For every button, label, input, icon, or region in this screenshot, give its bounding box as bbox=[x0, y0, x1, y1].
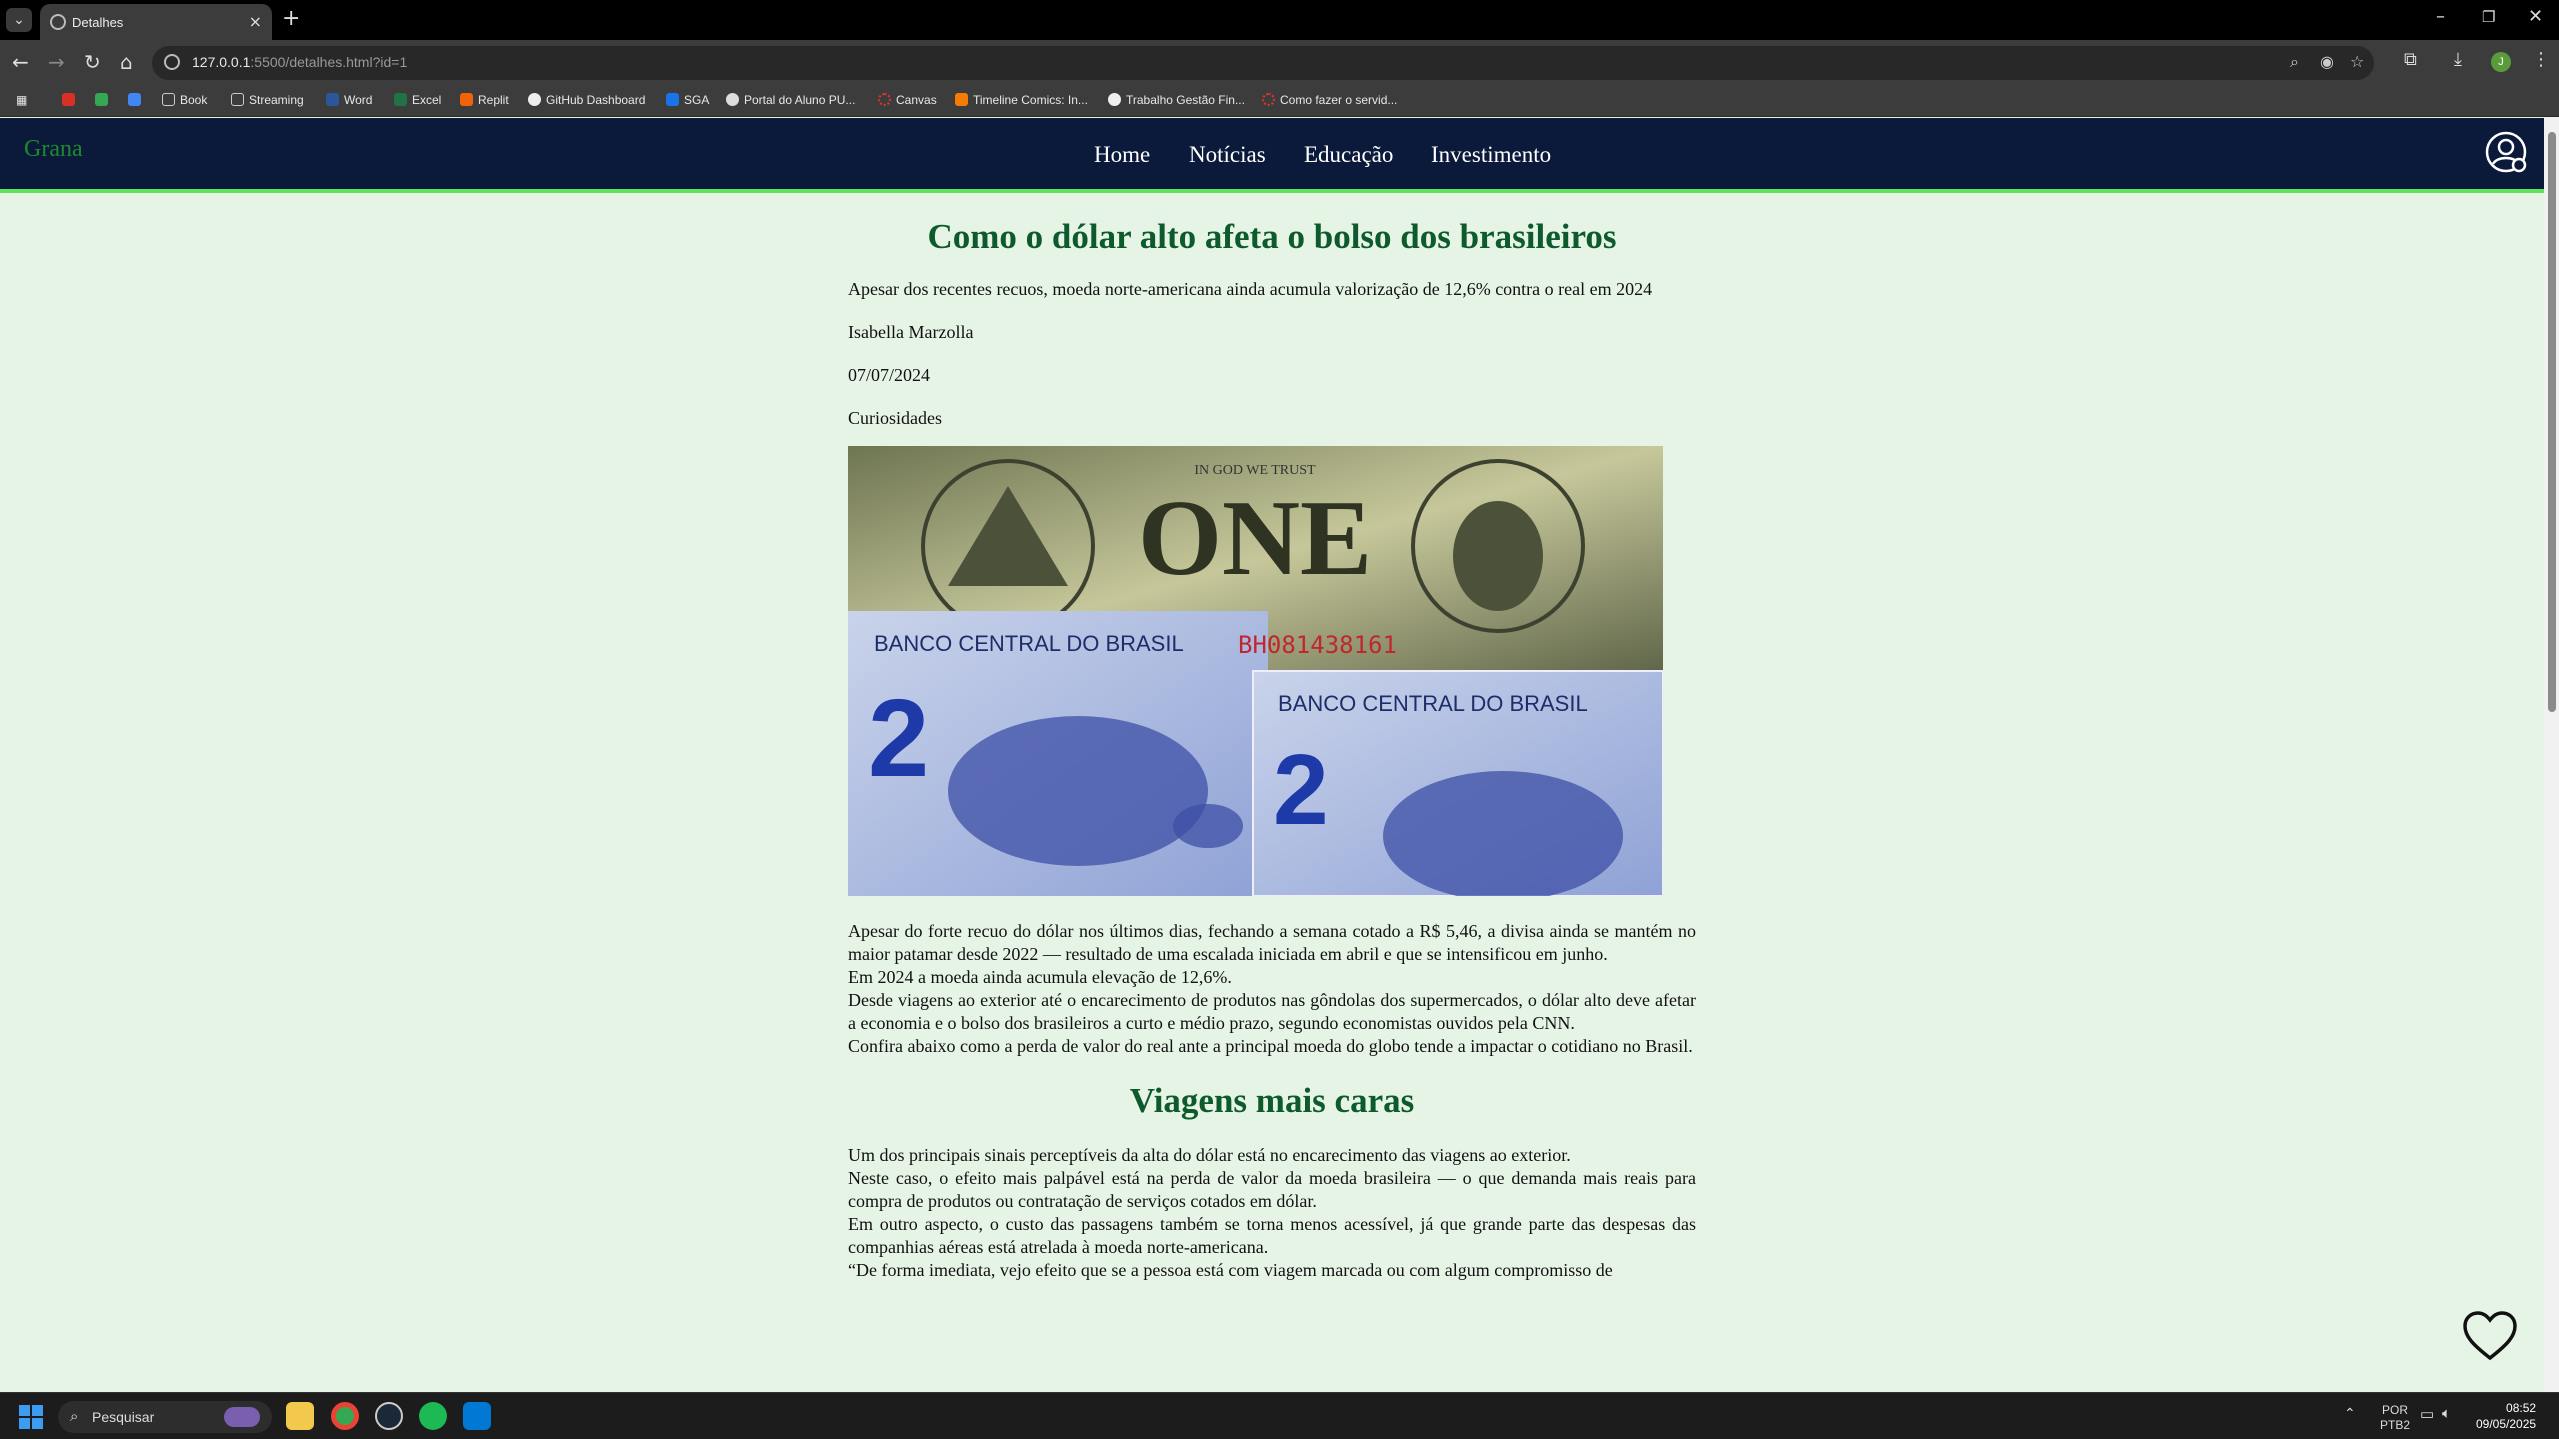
home-icon[interactable]: ⌂ bbox=[120, 50, 133, 74]
article-title: Como o dólar alto afeta o bolso dos bras… bbox=[927, 217, 1617, 256]
bookmark-portal-aluno[interactable]: Portal do Aluno PU... bbox=[726, 93, 855, 107]
address-toolbar: ← → ↻ ⌂ 127.0.0.1:5500/detalhes.html?id=… bbox=[0, 40, 2559, 85]
favorite-heart-icon[interactable] bbox=[2462, 1310, 2518, 1362]
user-account-icon[interactable] bbox=[2484, 130, 2528, 174]
article-image-banknotes: IN GOD WE TRUST ONE BANCO CENTRAL DO BRA… bbox=[848, 446, 1663, 896]
vscode-icon[interactable] bbox=[463, 1402, 491, 1430]
zoom-icon[interactable]: ⌕ bbox=[2290, 52, 2299, 72]
windows-taskbar: ⌕ Pesquisar ⌃ POR PTB2 ▭ 🔈︎ 08:52 09/05/20… bbox=[0, 1392, 2559, 1439]
bookmark-timeline-comics[interactable]: Timeline Comics: In... bbox=[955, 93, 1088, 107]
address-bar[interactable]: 127.0.0.1:5500/detalhes.html?id=1 ⌕ ◉ ☆ bbox=[152, 46, 2374, 80]
apps-grid-icon[interactable]: ▦ bbox=[16, 93, 27, 107]
article-paragraph: Desde viagens ao exterior até o encareci… bbox=[848, 990, 1696, 1033]
bookmark-sga[interactable]: SGA bbox=[666, 93, 709, 107]
site-info-icon[interactable] bbox=[164, 54, 180, 70]
forward-icon[interactable]: → bbox=[48, 50, 65, 74]
article-paragraph: Confira abaixo como a perda de valor do … bbox=[848, 1036, 1693, 1056]
search-icon: ⌕ bbox=[70, 1407, 79, 1425]
gmail-bookmark[interactable] bbox=[62, 93, 80, 107]
chrome-icon[interactable] bbox=[331, 1402, 359, 1430]
close-window-icon[interactable]: ✕ bbox=[2528, 6, 2543, 27]
nav-investimento[interactable]: Investimento bbox=[1431, 142, 1551, 168]
article-author: Isabella Marzolla bbox=[848, 322, 974, 342]
article: Como o dólar alto afeta o bolso dos bras… bbox=[848, 193, 1696, 1282]
nav-noticias[interactable]: Notícias bbox=[1189, 142, 1266, 168]
file-explorer-icon[interactable] bbox=[286, 1402, 314, 1430]
back-icon[interactable]: ← bbox=[12, 50, 29, 74]
section-paragraph: Neste caso, o efeito mais palpável está … bbox=[848, 1168, 1696, 1211]
article-category: Curiosidades bbox=[848, 408, 942, 428]
article-paragraph: Em 2024 a moeda ainda acumula elevação d… bbox=[848, 967, 1232, 987]
new-tab-button[interactable]: + bbox=[282, 6, 300, 31]
language-indicator[interactable]: POR PTB2 bbox=[2380, 1403, 2410, 1433]
reload-icon[interactable]: ↻ bbox=[84, 50, 101, 74]
bookmark-trabalho-gestao[interactable]: Trabalho Gestão Fin... bbox=[1108, 93, 1245, 107]
network-icon[interactable]: ▭ bbox=[2420, 1405, 2434, 1423]
tab-title: Detalhes bbox=[72, 15, 124, 30]
section-paragraph: Um dos principais sinais perceptíveis da… bbox=[848, 1145, 1571, 1165]
nav-home[interactable]: Home bbox=[1094, 142, 1150, 168]
tab-search-button[interactable]: ⌄ bbox=[6, 8, 32, 32]
section-body: Um dos principais sinais perceptíveis da… bbox=[848, 1144, 1696, 1282]
article-date: 07/07/2024 bbox=[848, 365, 931, 385]
bookmark-excel[interactable]: Excel bbox=[394, 93, 441, 107]
minimize-icon[interactable]: – bbox=[2436, 6, 2445, 27]
svg-text:BANCO CENTRAL DO BRASIL: BANCO CENTRAL DO BRASIL bbox=[1278, 691, 1588, 716]
bookmark-word[interactable]: Word bbox=[326, 93, 372, 107]
spotify-icon[interactable] bbox=[419, 1402, 447, 1430]
windows-start-icon[interactable] bbox=[19, 1405, 43, 1429]
bookmark-replit[interactable]: Replit bbox=[460, 93, 509, 107]
bookmark-folder-streaming[interactable]: Streaming bbox=[231, 93, 304, 107]
close-tab-icon[interactable]: × bbox=[249, 12, 262, 31]
section-paragraph: “De forma imediata, vejo efeito que se a… bbox=[848, 1260, 1613, 1280]
article-paragraph: Apesar do forte recuo do dólar nos últim… bbox=[848, 921, 1696, 964]
extensions-icon[interactable]: ⧉ bbox=[2404, 49, 2417, 70]
taskbar-search[interactable]: ⌕ Pesquisar bbox=[58, 1401, 272, 1433]
browser-tab-strip: ⌄ Detalhes × + – ❐ ✕ bbox=[0, 0, 2559, 40]
tray-overflow-icon[interactable]: ⌃ bbox=[2344, 1405, 2356, 1422]
eye-icon[interactable]: ◉ bbox=[2320, 52, 2334, 71]
section-paragraph: Em outro aspecto, o custo das passagens … bbox=[848, 1214, 1696, 1257]
bookmark-como-fazer[interactable]: Como fazer o servid... bbox=[1262, 93, 1397, 107]
volume-icon[interactable]: 🔈︎ bbox=[2442, 1405, 2451, 1422]
restore-icon[interactable]: ❐ bbox=[2482, 8, 2495, 26]
globe-icon bbox=[50, 14, 66, 30]
browser-tab[interactable]: Detalhes × bbox=[40, 4, 272, 40]
section-title: Viagens mais caras bbox=[1129, 1081, 1415, 1120]
url-text: 127.0.0.1:5500/detalhes.html?id=1 bbox=[192, 54, 408, 70]
svg-text:2: 2 bbox=[868, 677, 929, 800]
site-header: Grana Home Notícias Educação Investiment… bbox=[0, 118, 2544, 193]
article-subtitle: Apesar dos recentes recuos, moeda norte-… bbox=[848, 279, 1653, 299]
nav-educacao[interactable]: Educação bbox=[1304, 142, 1393, 168]
download-icon[interactable]: ⤓ bbox=[2454, 49, 2462, 70]
bookmark-github-dashboard[interactable]: GitHub Dashboard bbox=[528, 93, 645, 107]
scrollbar-thumb[interactable] bbox=[2548, 132, 2556, 712]
bookmarks-bar: ▦ Book Streaming Word Excel Replit GitHu… bbox=[0, 85, 2559, 117]
system-clock[interactable]: 08:52 09/05/2025 bbox=[2476, 1400, 2536, 1432]
svg-text:ONE: ONE bbox=[1138, 479, 1372, 598]
svg-text:2: 2 bbox=[1273, 734, 1329, 846]
svg-text:IN GOD WE TRUST: IN GOD WE TRUST bbox=[1194, 463, 1316, 478]
bookmark-folder-book[interactable]: Book bbox=[162, 93, 207, 107]
article-body: Apesar do forte recuo do dólar nos últim… bbox=[848, 920, 1696, 1058]
bookmark-star-icon[interactable]: ☆ bbox=[2350, 52, 2364, 71]
svg-text:BH081438161: BH081438161 bbox=[1238, 631, 1397, 659]
site-logo[interactable]: Grana bbox=[24, 136, 83, 163]
menu-kebab-icon[interactable]: ⋮ bbox=[2532, 49, 2550, 70]
steam-icon[interactable] bbox=[375, 1402, 403, 1430]
profile-avatar[interactable]: J bbox=[2491, 52, 2511, 72]
drive-bookmark[interactable] bbox=[95, 93, 113, 107]
svg-text:BANCO CENTRAL DO BRASIL: BANCO CENTRAL DO BRASIL bbox=[874, 631, 1184, 656]
search-highlight-icon bbox=[224, 1407, 260, 1427]
bookmark-canvas[interactable]: Canvas bbox=[878, 93, 937, 107]
photos-bookmark[interactable] bbox=[128, 93, 146, 107]
